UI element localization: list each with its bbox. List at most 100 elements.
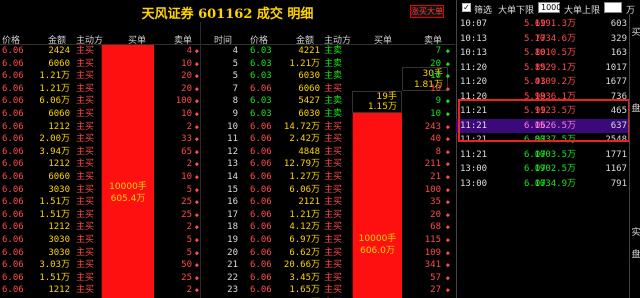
table-row[interactable]: 19 6.06 6.97万 主买 115 ◆ — [200, 234, 455, 246]
table-row[interactable]: 21 6.06 20.66万 主买 341 ◆ — [200, 259, 455, 271]
row-direction: 主买 — [76, 222, 95, 233]
table-row[interactable]: 6.06 6060 主买 10 ◆ — [0, 108, 200, 120]
table-row[interactable]: 20 6.06 6.62万 主买 109 ◆ — [200, 247, 455, 259]
table-row[interactable]: 6.06 1.51万 主买 25 ◆ — [0, 209, 200, 221]
row-amount: 1.21万 — [39, 71, 70, 82]
row-direction: 主买 — [76, 146, 95, 157]
table-row[interactable]: 6.06 3.94万 主买 65 ◆ — [0, 146, 200, 158]
row-time: 10:13 — [460, 33, 488, 44]
table-row[interactable]: 6.06 1212 主买 2 ◆ — [0, 121, 200, 133]
upper-limit-input[interactable] — [604, 2, 622, 13]
row-direction: 主买 — [76, 209, 95, 220]
table-row[interactable]: 18 6.06 4.12万 主买 68 ◆ — [200, 221, 455, 233]
row-amount: 1003.5万 — [534, 149, 576, 160]
table-row[interactable]: 6.06 1.21万 主买 20 ◆ — [0, 83, 200, 95]
row-amount: 1.51万 — [39, 272, 70, 283]
table-row[interactable]: 17 6.06 1.21万 主买 20 ◆ — [200, 209, 455, 221]
table-row[interactable]: 13 6.06 12.79万 主买 211 ◆ — [200, 158, 455, 170]
table-row[interactable]: 6.06 3030 主买 5 ◆ — [0, 234, 200, 246]
lower-limit-input[interactable]: 1000 — [538, 2, 561, 13]
table-row[interactable]: 5 6.03 1.21万 主卖 20 ◆ — [200, 58, 455, 70]
row-price: 6.06 — [250, 272, 272, 283]
row-sell-order: 9 — [435, 96, 441, 107]
large-order-row[interactable]: 10:07 5.69 1191.3万 603 — [456, 17, 628, 31]
side-tab-strip[interactable]: 买 盘 实 盘 — [629, 14, 640, 298]
row-direction: 主买 — [324, 159, 343, 170]
row-price: 6.06 — [2, 172, 24, 182]
filter-checkbox[interactable]: ✓ — [462, 3, 471, 12]
row-price: 6.06 — [2, 109, 24, 119]
row-sell-order: 2 — [186, 159, 192, 170]
row-amount: 5427 — [298, 96, 320, 107]
row-amount: 12.79万 — [283, 159, 320, 170]
large-order-row[interactable]: 11:21 6.07 1003.5万 1771 — [456, 148, 628, 162]
table-row[interactable]: 22 6.06 3.45万 主买 57 ◆ — [200, 272, 455, 284]
table-row[interactable]: 4 6.03 4221 主卖 7 ◆ — [200, 45, 455, 57]
table-row[interactable]: 6.06 2.00万 主买 33 ◆ — [0, 133, 200, 145]
table-row[interactable]: 6.06 6060 主买 10 ◆ — [0, 58, 200, 70]
table-row[interactable]: 6.06 1.21万 主买 20 ◆ — [0, 70, 200, 82]
large-order-row[interactable]: 13:00 6.07 1034.9万 791 — [456, 177, 628, 191]
large-order-row[interactable]: 11:20 5.93 4109.2万 1677 — [456, 75, 628, 89]
table-row[interactable]: 6.06 1.51万 主买 25 ◆ — [0, 196, 200, 208]
row-direction: 主买 — [324, 121, 343, 132]
row-price: 6.06 — [2, 146, 24, 157]
row-sell-order: 21 — [430, 172, 441, 182]
row-amount: 6.97万 — [289, 235, 320, 245]
table-row[interactable]: 16 6.06 2121 主买 35 ◆ — [200, 196, 455, 208]
row-amount: 6060 — [48, 58, 70, 69]
large-order-row[interactable]: 10:13 5.77 1034.6万 329 — [456, 32, 628, 46]
table-row[interactable]: 23 6.06 1.65万 主买 27 ◆ — [200, 284, 455, 296]
row-price: 6.06 — [2, 235, 24, 245]
row-sell-order: 100 — [175, 96, 192, 107]
table-row[interactable]: 10 6.06 14.72万 主买 243 ◆ — [200, 121, 455, 133]
table-row[interactable]: 11 6.06 2.42万 主买 40 ◆ — [200, 133, 455, 145]
row-direction: 主买 — [76, 197, 95, 208]
table-row[interactable]: 6.06 1.51万 主买 25 ◆ — [0, 272, 200, 284]
up-arrow-icon: ◆ — [445, 185, 450, 194]
row-time: 8 — [232, 96, 238, 107]
table-row[interactable]: 12 6.06 4848 主买 8 ◆ — [200, 146, 455, 158]
table-row[interactable]: 7 6.06 6060 主买 10 ◆ — [200, 83, 455, 95]
table-row[interactable]: 9 6.03 6030 主卖 10 ◆ — [200, 108, 455, 120]
table-row[interactable]: 8 6.03 5427 主卖 9 ◆ — [200, 95, 455, 107]
table-row[interactable]: 6.06 6060 主买 10 ◆ — [0, 171, 200, 183]
large-buy-report-button[interactable]: 涨买大单 — [410, 5, 444, 18]
row-price: 6.06 — [2, 209, 24, 220]
table-row[interactable]: 6.06 2424 主买 4 ◆ — [0, 45, 200, 57]
row-sell-order: 341 — [424, 260, 441, 271]
table-row[interactable]: 6.06 3030 主买 5 ◆ — [0, 184, 200, 196]
row-direction: 主买 — [324, 184, 343, 195]
row-price: 6.06 — [250, 134, 272, 145]
up-arrow-icon: ◆ — [194, 223, 199, 232]
row-time: 11:20 — [460, 77, 488, 87]
row-direction: 主买 — [324, 172, 343, 182]
row-time: 13:00 — [460, 178, 488, 189]
row-time: 18 — [227, 222, 238, 233]
table-row[interactable]: 6.06 1212 主买 2 ◆ — [0, 158, 200, 170]
large-order-row[interactable]: 13:00 6.07 1902.5万 1167 — [456, 162, 628, 176]
large-order-row[interactable]: 11:20 5.85 1929.1万 1017 — [456, 61, 628, 75]
row-price: 6.03 — [250, 96, 272, 107]
table-row[interactable]: 6.06 1212 主买 2 ◆ — [0, 221, 200, 233]
table-row[interactable]: 14 6.06 1.27万 主买 21 ◆ — [200, 171, 455, 183]
down-arrow-icon: ◆ — [445, 97, 450, 106]
row-volume: 1167 — [605, 164, 627, 174]
table-row[interactable]: 5 6.03 6030 主卖 10 ◆ — [200, 70, 455, 82]
row-price: 6.06 — [250, 222, 272, 233]
row-direction: 主买 — [76, 247, 95, 258]
row-direction: 主买 — [324, 83, 343, 94]
column-divider — [200, 22, 201, 298]
row-direction: 主买 — [76, 109, 95, 119]
row-sell-order: 8 — [435, 146, 441, 157]
table-row[interactable]: 6.06 6.06万 主买 100 ◆ — [0, 95, 200, 107]
table-row[interactable]: 6.06 3030 主买 5 ◆ — [0, 247, 200, 259]
row-direction: 主买 — [76, 121, 95, 132]
row-sell-order: 10 — [181, 172, 192, 182]
table-row[interactable]: 15 6.06 6.06万 主买 100 ◆ — [200, 184, 455, 196]
side-tab-char: 盘 — [631, 250, 640, 260]
row-amount: 3030 — [48, 247, 70, 258]
table-row[interactable]: 6.06 1212 主买 2 ◆ — [0, 284, 200, 296]
table-row[interactable]: 6.06 3.03万 主买 50 ◆ — [0, 259, 200, 271]
large-order-row[interactable]: 10:13 5.80 1010.5万 163 — [456, 46, 628, 60]
